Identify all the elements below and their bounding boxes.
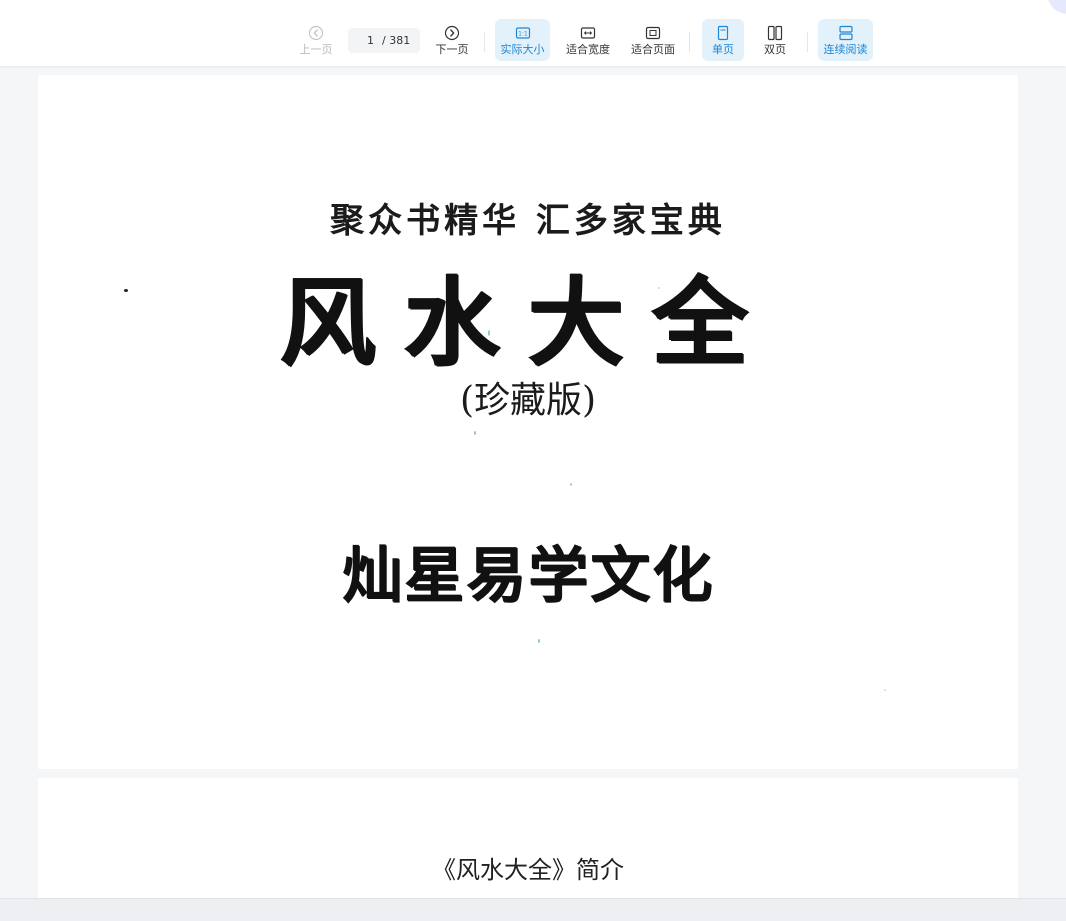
double-page-button[interactable]: 双页 — [755, 19, 795, 61]
cover-publisher: 灿星易学文化 — [342, 541, 714, 611]
pdf-reader-app: 上一页 / 381 下一页 1:1 实际大小 适 — [0, 0, 1066, 921]
continuous-reading-label: 连续阅读 — [823, 43, 868, 56]
continuous-reading-button[interactable]: 连续阅读 — [818, 19, 873, 61]
scan-speck — [570, 483, 572, 486]
previous-page-button[interactable]: 上一页 — [296, 19, 336, 61]
cover-tagline: 聚众书精华 汇多家宝典 — [330, 201, 726, 241]
double-page-icon — [767, 25, 783, 41]
actual-size-button[interactable]: 1:1 实际大小 — [495, 19, 550, 61]
chevron-right-circle-icon — [444, 25, 460, 41]
document-page-intro: 《风水大全》简介 — [38, 778, 1018, 898]
next-page-label: 下一页 — [435, 43, 469, 56]
fit-page-icon — [645, 26, 661, 40]
scan-speck — [488, 330, 490, 336]
chevron-left-circle-icon — [308, 25, 324, 41]
actual-size-label: 实际大小 — [500, 43, 545, 56]
scan-speck — [124, 289, 128, 292]
reader-toolbar: 上一页 / 381 下一页 1:1 实际大小 适 — [0, 0, 1066, 66]
fit-width-button[interactable]: 适合宽度 — [562, 19, 614, 61]
intro-heading: 《风水大全》简介 — [432, 856, 624, 884]
corner-avatar-button[interactable] — [1048, 0, 1066, 14]
double-page-label: 双页 — [764, 43, 786, 56]
current-page-input[interactable] — [348, 34, 378, 47]
fit-page-label: 适合页面 — [631, 43, 675, 56]
document-viewport[interactable]: 聚众书精华 汇多家宝典 风水大全 (珍藏版) 灿星易学文化 《风水大全》简介 — [0, 66, 1066, 898]
fit-page-button[interactable]: 适合页面 — [627, 19, 679, 61]
total-pages-label: / 381 — [382, 34, 411, 47]
single-page-icon — [717, 25, 729, 41]
scan-speck — [474, 431, 476, 435]
single-page-label: 单页 — [712, 43, 734, 56]
one-to-one-icon: 1:1 — [515, 27, 530, 39]
cover-title: 风水大全 — [280, 266, 776, 379]
toolbar-divider — [689, 32, 690, 52]
horizontal-arrows-icon — [580, 27, 596, 39]
toolbar-divider — [484, 32, 485, 52]
bottom-status-strip — [0, 898, 1066, 921]
scan-speck — [658, 287, 660, 289]
single-page-button[interactable]: 单页 — [702, 19, 744, 61]
scan-speck — [884, 689, 886, 691]
toolbar-divider — [807, 32, 808, 52]
next-page-button[interactable]: 下一页 — [432, 19, 472, 61]
previous-page-label: 上一页 — [299, 43, 333, 56]
document-page-cover: 聚众书精华 汇多家宝典 风水大全 (珍藏版) 灿星易学文化 — [38, 75, 1018, 769]
stacked-pages-icon — [838, 25, 853, 41]
fit-width-label: 适合宽度 — [566, 43, 610, 56]
scan-speck — [538, 639, 540, 643]
cover-edition: (珍藏版) — [459, 380, 597, 421]
page-number-box: / 381 — [348, 28, 420, 53]
svg-text:1:1: 1:1 — [518, 31, 528, 38]
